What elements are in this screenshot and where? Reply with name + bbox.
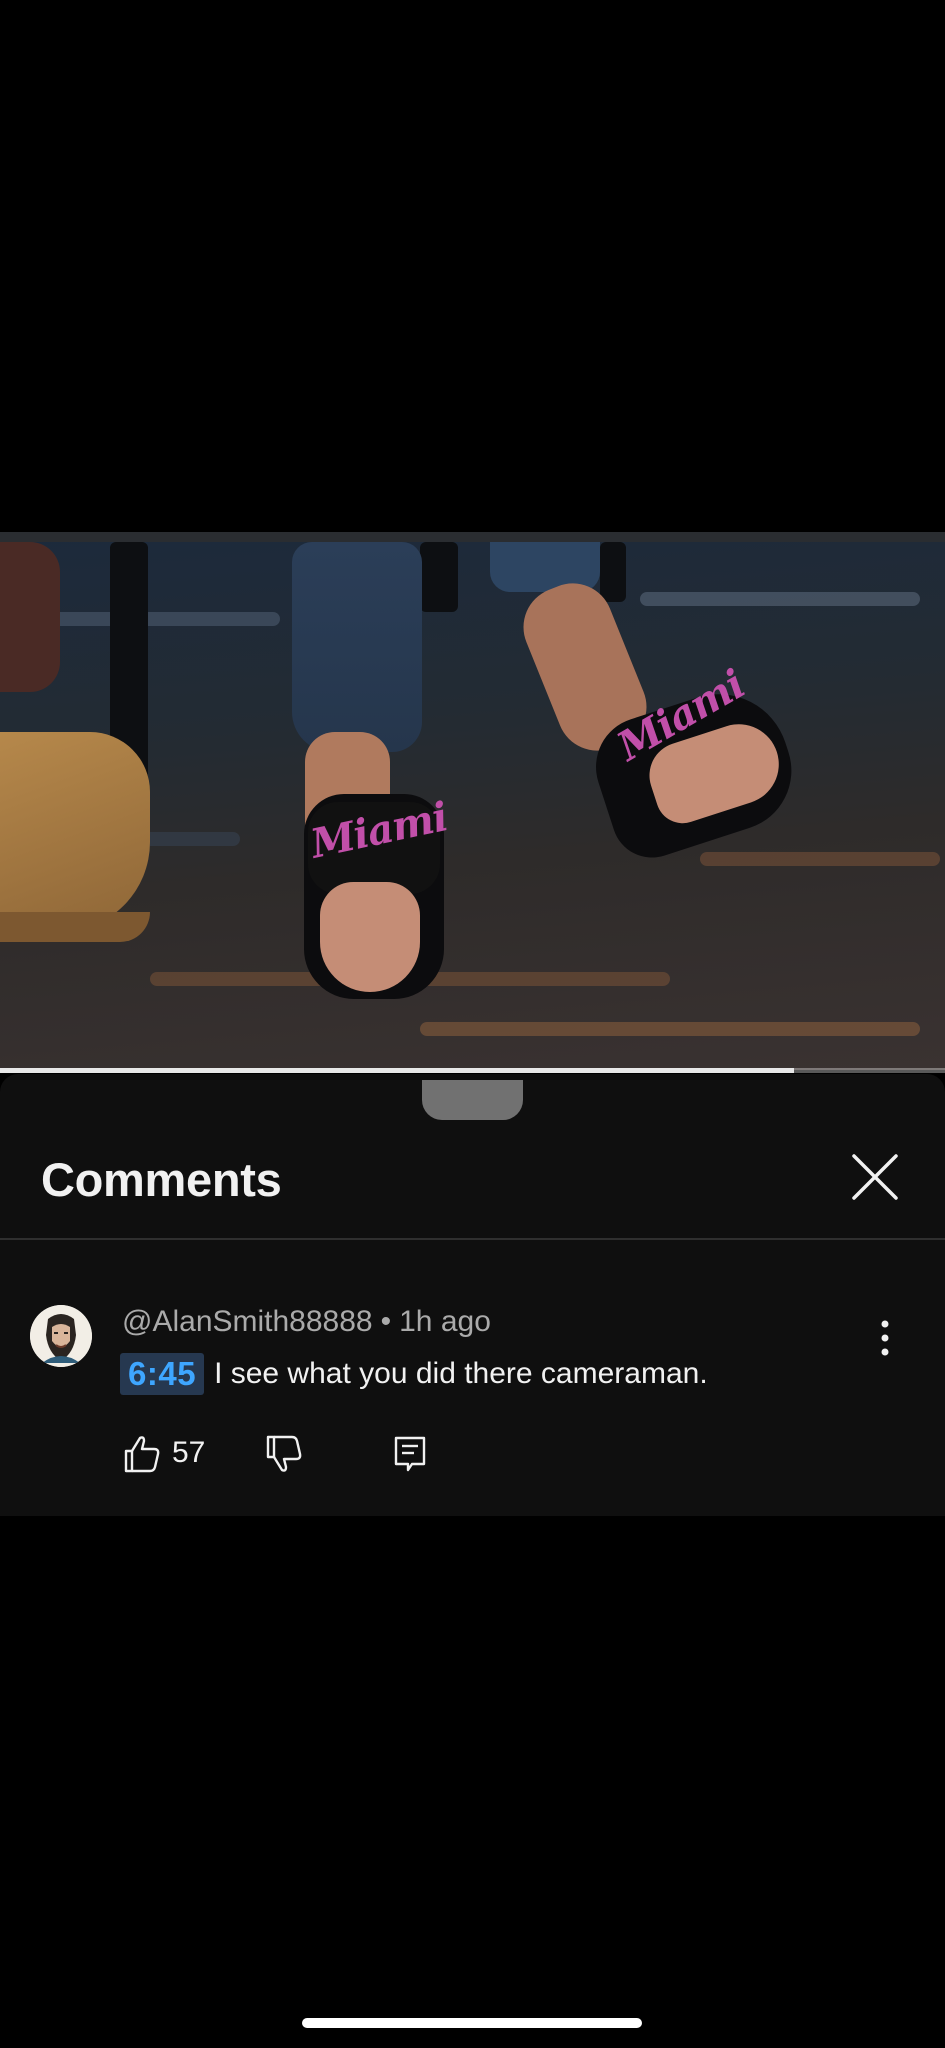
comment-age: 1h ago [399, 1305, 491, 1338]
sneaker-sole [0, 912, 150, 942]
comment-text: I see what you did there cameraman. [214, 1357, 708, 1390]
comment-author[interactable]: @AlanSmith88888 [122, 1305, 373, 1338]
close-button[interactable] [846, 1148, 904, 1206]
video-progress-bar[interactable] [0, 1068, 945, 1073]
chair-leg [600, 542, 626, 602]
panel-title: Comments [41, 1153, 282, 1206]
more-options-button[interactable] [872, 1318, 898, 1358]
chair-leg [420, 542, 458, 612]
thumbs-down-icon [266, 1435, 302, 1472]
video-progress-fill [0, 1068, 794, 1073]
carpet-texture [420, 1022, 920, 1036]
more-vert-icon [881, 1320, 889, 1356]
screen: Miami Miami Comments @AlanSmith88888 • 1h … [0, 0, 945, 2048]
avatar-image [30, 1305, 92, 1367]
reply-button[interactable] [388, 1432, 432, 1476]
video-top-edge [0, 532, 945, 542]
carpet-texture [700, 852, 940, 866]
divider [0, 1238, 945, 1240]
sneaker [0, 732, 150, 932]
video-player[interactable]: Miami Miami [0, 532, 945, 1070]
comment-body: 6:45 I see what you did there cameraman. [120, 1353, 708, 1395]
avatar[interactable] [30, 1305, 92, 1367]
meta-separator: • [380, 1305, 392, 1338]
comment-meta: @AlanSmith88888 • 1h ago [122, 1305, 491, 1339]
dislike-button[interactable] [262, 1432, 306, 1476]
carpet-texture [640, 592, 920, 606]
like-button[interactable] [120, 1432, 164, 1476]
foot-left [320, 882, 420, 992]
person-left-pants [0, 542, 60, 692]
jeans-left [292, 542, 422, 752]
drag-handle[interactable] [422, 1080, 523, 1120]
reply-icon [394, 1436, 426, 1472]
close-icon [852, 1154, 898, 1200]
thumbs-up-icon [124, 1436, 160, 1473]
like-count: 57 [172, 1436, 206, 1469]
home-indicator[interactable] [302, 2018, 642, 2028]
timestamp-link[interactable]: 6:45 [120, 1353, 205, 1395]
